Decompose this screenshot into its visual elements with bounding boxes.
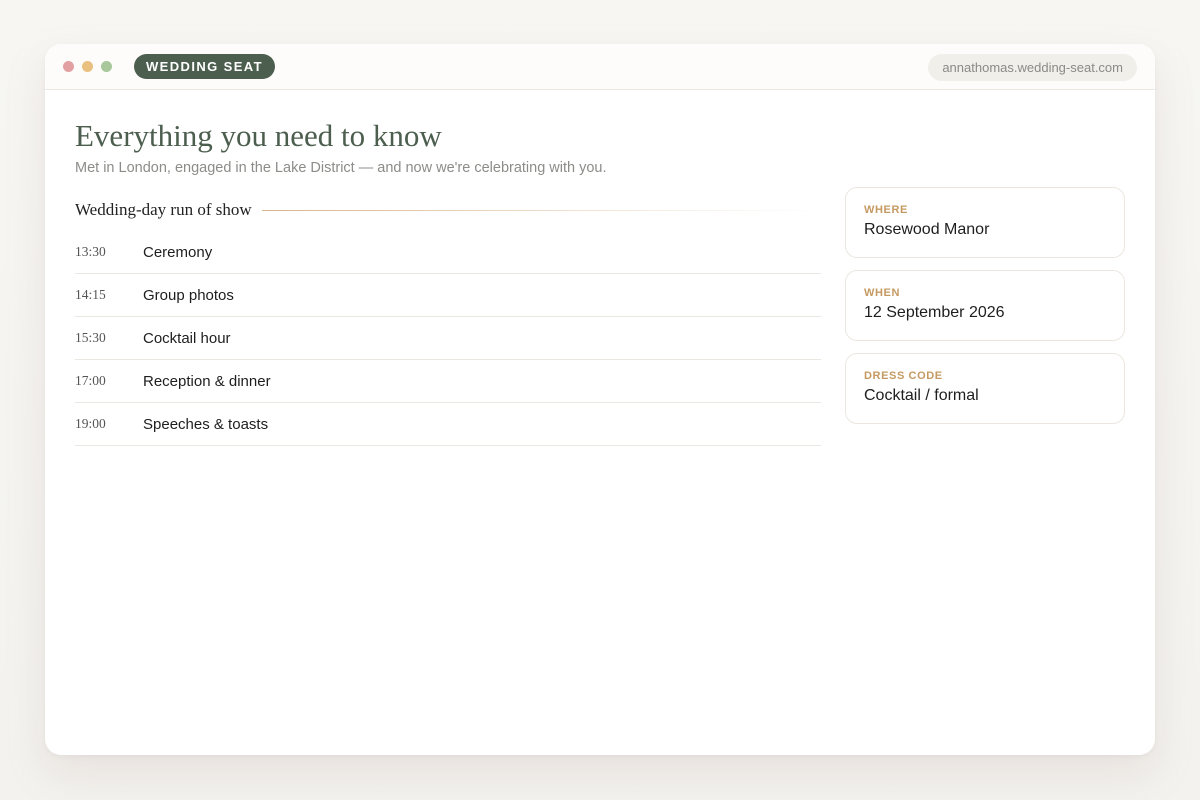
schedule-time: 19:00: [75, 416, 106, 431]
schedule-time: 14:15: [75, 287, 106, 302]
schedule-event: Speeches & toasts: [143, 415, 269, 433]
schedule-list: 13:30 Ceremony 14:15 Group photos 15:30 …: [75, 231, 821, 446]
content-columns: Wedding-day run of show 13:30 Ceremony 1…: [75, 187, 1125, 446]
detail-label: DRESS CODE: [864, 370, 943, 382]
schedule-time: 17:00: [75, 373, 106, 388]
minimize-window-button[interactable]: [82, 61, 93, 72]
title-bar: WEDDING SEAT annathomas.wedding-seat.com: [45, 44, 1155, 90]
browser-window: WEDDING SEAT annathomas.wedding-seat.com…: [45, 44, 1155, 755]
schedule-row: 15:30 Cocktail hour: [75, 317, 821, 360]
detail-label: WHERE: [864, 204, 908, 216]
schedule-time: 15:30: [75, 330, 106, 345]
detail-value: Cocktail / formal: [864, 387, 979, 404]
schedule-event: Reception & dinner: [143, 372, 271, 390]
schedule-row: 13:30 Ceremony: [75, 231, 821, 274]
schedule-event: Group photos: [143, 286, 234, 304]
schedule-row: 14:15 Group photos: [75, 274, 821, 317]
detail-label: WHEN: [864, 287, 901, 299]
schedule-time: 13:30: [75, 244, 106, 259]
detail-value: 12 September 2026: [864, 304, 1005, 321]
section-divider: [261, 209, 821, 211]
schedule-row: 19:00 Speeches & toasts: [75, 403, 821, 446]
schedule-event: Cocktail hour: [143, 329, 231, 347]
page-title: Everything you need to know: [75, 118, 442, 153]
schedule-header: Wedding-day run of show: [75, 198, 821, 222]
url-bar[interactable]: annathomas.wedding-seat.com: [928, 54, 1137, 81]
page-subtitle: Met in London, engaged in the Lake Distr…: [75, 160, 607, 176]
detail-value: Rosewood Manor: [864, 221, 990, 238]
schedule-title: Wedding-day run of show: [75, 200, 252, 219]
schedule-section: Wedding-day run of show 13:30 Ceremony 1…: [75, 198, 821, 446]
detail-card-where: WHERE Rosewood Manor: [845, 187, 1125, 258]
window-controls: [63, 61, 112, 72]
details-sidebar: WHERE Rosewood Manor WHEN 12 September 2…: [845, 187, 1125, 446]
close-window-button[interactable]: [63, 61, 74, 72]
main-content: Everything you need to know Met in Londo…: [45, 90, 1155, 446]
schedule-event: Ceremony: [143, 243, 213, 261]
detail-card-dress-code: DRESS CODE Cocktail / formal: [845, 353, 1125, 424]
schedule-row: 17:00 Reception & dinner: [75, 360, 821, 403]
maximize-window-button[interactable]: [101, 61, 112, 72]
detail-card-when: WHEN 12 September 2026: [845, 270, 1125, 341]
brand-badge[interactable]: WEDDING SEAT: [134, 54, 275, 79]
